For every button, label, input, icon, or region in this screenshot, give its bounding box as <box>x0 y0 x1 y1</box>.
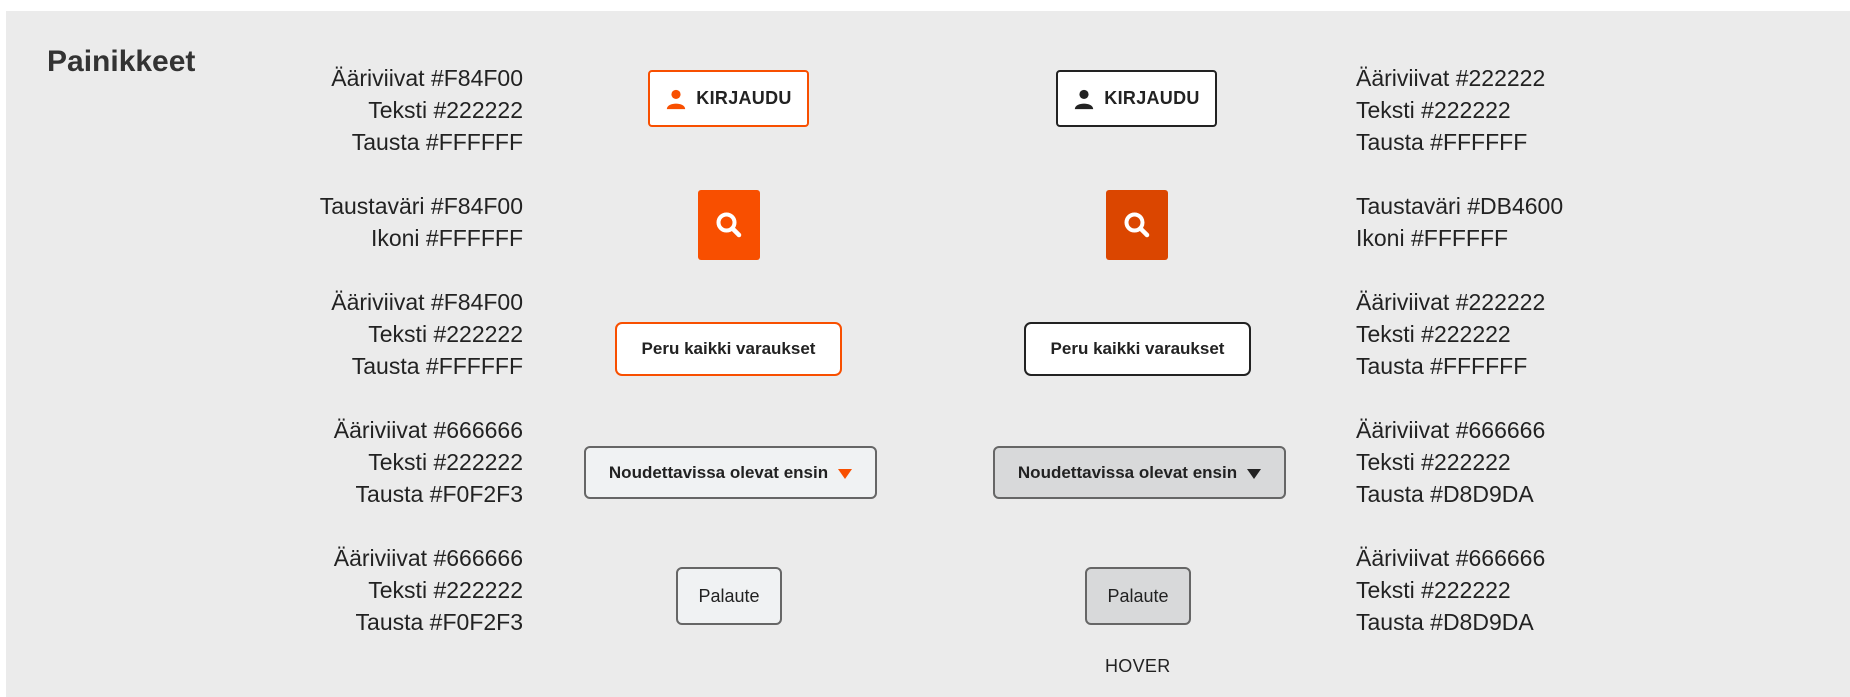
sort-dropdown[interactable]: Noudettavissa olevat ensin <box>584 446 877 499</box>
feedback-button-label: Palaute <box>1107 585 1169 606</box>
feedback-button-label: Palaute <box>698 585 760 606</box>
sort-dropdown-hover[interactable]: Noudettavissa olevat ensin <box>993 446 1286 499</box>
description-line: Ääriviivat #222222 <box>1356 65 1546 91</box>
description-line: Tausta #F0F2F3 <box>355 481 523 507</box>
buttons-style-panel <box>6 11 1850 697</box>
description-line: Teksti #222222 <box>368 97 523 123</box>
section-title: Painikkeet <box>47 45 196 78</box>
cancel-default-description: Ääriviivat #F84F00 Teksti #222222 Tausta… <box>331 286 523 382</box>
feedback-default-description: Ääriviivat #666666 Teksti #222222 Tausta… <box>334 542 523 638</box>
description-line: Teksti #222222 <box>1356 577 1511 603</box>
description-line: Tausta #FFFFFF <box>351 353 523 379</box>
sort-dropdown-label: Noudettavissa olevat ensin <box>608 462 829 482</box>
search-button[interactable] <box>698 190 760 260</box>
feedback-hover-description: Ääriviivat #666666 Teksti #222222 Tausta… <box>1356 542 1545 638</box>
search-button-hover[interactable] <box>1106 190 1168 260</box>
search-default-description: Taustaväri #F84F00 Ikoni #FFFFFF <box>320 190 523 254</box>
login-button-label: KIRJAUDU <box>696 88 792 108</box>
caret-down-icon <box>838 469 853 479</box>
description-line: Tausta #D8D9DA <box>1356 481 1534 507</box>
login-button-hover[interactable]: KIRJAUDU <box>1056 70 1217 127</box>
login-button[interactable]: KIRJAUDU <box>648 70 809 127</box>
description-line: Teksti #222222 <box>368 449 523 475</box>
login-hover-description: Ääriviivat #222222 Teksti #222222 Tausta… <box>1356 62 1545 158</box>
description-line: Ääriviivat #666666 <box>333 545 523 571</box>
description-line: Ikoni #FFFFFF <box>370 225 523 251</box>
description-line: Ääriviivat #666666 <box>333 417 523 443</box>
cancel-hover-description: Ääriviivat #222222 Teksti #222222 Tausta… <box>1356 286 1545 382</box>
description-line: Teksti #222222 <box>368 577 523 603</box>
user-icon <box>1075 89 1094 109</box>
search-icon <box>1124 212 1150 238</box>
description-line: Taustaväri #DB4600 <box>1356 193 1564 219</box>
description-line: Teksti #222222 <box>1356 97 1511 123</box>
hover-column-label: HOVER <box>1105 656 1171 676</box>
feedback-button[interactable]: Palaute <box>676 567 782 625</box>
sort-default-description: Ääriviivat #666666 Teksti #222222 Tausta… <box>334 414 523 510</box>
description-line: Tausta #FFFFFF <box>1356 129 1528 155</box>
user-icon <box>667 89 686 109</box>
sort-hover-description: Ääriviivat #666666 Teksti #222222 Tausta… <box>1356 414 1545 510</box>
description-line: Ääriviivat #666666 <box>1356 417 1546 443</box>
description-line: Tausta #FFFFFF <box>351 129 523 155</box>
caret-down-icon <box>1247 469 1262 479</box>
description-line: Ääriviivat #666666 <box>1356 545 1546 571</box>
description-line: Tausta #F0F2F3 <box>355 609 523 635</box>
description-line: Teksti #222222 <box>1356 321 1511 347</box>
description-line: Tausta #FFFFFF <box>1356 353 1528 379</box>
search-icon <box>716 212 742 238</box>
feedback-button-hover[interactable]: Palaute <box>1085 567 1191 625</box>
description-line: Ikoni #FFFFFF <box>1356 225 1509 251</box>
sort-dropdown-label: Noudettavissa olevat ensin <box>1017 462 1238 482</box>
login-button-label: KIRJAUDU <box>1104 88 1200 108</box>
search-hover-description: Taustaväri #DB4600 Ikoni #FFFFFF <box>1356 190 1563 254</box>
cancel-reservations-button[interactable]: Peru kaikki varaukset <box>615 322 842 376</box>
cancel-reservations-label: Peru kaikki varaukset <box>1050 339 1225 358</box>
login-default-description: Ääriviivat #F84F00 Teksti #222222 Tausta… <box>331 62 523 158</box>
description-line: Teksti #222222 <box>368 321 523 347</box>
description-line: Ääriviivat #222222 <box>1356 289 1546 315</box>
cancel-reservations-button-hover[interactable]: Peru kaikki varaukset <box>1024 322 1251 376</box>
description-line: Taustaväri #F84F00 <box>319 193 523 219</box>
description-line: Ääriviivat #F84F00 <box>331 289 523 315</box>
cancel-reservations-label: Peru kaikki varaukset <box>641 339 816 358</box>
description-line: Tausta #D8D9DA <box>1356 609 1534 635</box>
description-line: Teksti #222222 <box>1356 449 1511 475</box>
description-line: Ääriviivat #F84F00 <box>331 65 523 91</box>
